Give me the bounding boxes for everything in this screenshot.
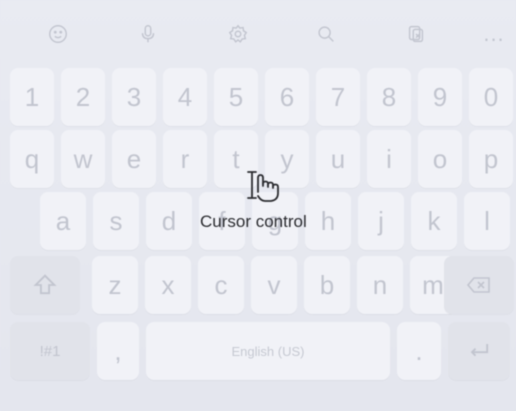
key-7[interactable]: 7 [316, 68, 360, 126]
settings-icon[interactable] [218, 14, 258, 54]
key-q[interactable]: q [10, 130, 54, 188]
key-k[interactable]: k [411, 192, 457, 250]
key-3[interactable]: 3 [112, 68, 156, 126]
key-2[interactable]: 2 [61, 68, 105, 126]
key-e[interactable]: e [112, 130, 156, 188]
cursor-hand-icon [247, 171, 279, 202]
enter-key[interactable] [448, 322, 510, 380]
key-5[interactable]: 5 [214, 68, 258, 126]
key-v[interactable]: v [251, 256, 297, 314]
key-6[interactable]: 6 [265, 68, 309, 126]
shift-icon [33, 274, 57, 295]
clipboard-icon[interactable] [396, 14, 436, 54]
key-j[interactable]: j [358, 192, 404, 250]
shift-key[interactable] [10, 256, 80, 314]
key-p[interactable]: p [469, 130, 513, 188]
space-key-label: English (US) [231, 343, 305, 359]
key-n[interactable]: n [357, 256, 403, 314]
key-w[interactable]: w [61, 130, 105, 188]
keyboard-toolbar: ... [0, 8, 516, 58]
comma-key[interactable]: , [97, 322, 139, 380]
keyboard: ... 1 2 3 4 5 6 7 8 9 0 q w e r t y u i … [0, 0, 516, 411]
key-1[interactable]: 1 [10, 68, 54, 126]
enter-icon [470, 344, 489, 357]
search-icon[interactable] [306, 14, 346, 54]
key-o[interactable]: o [418, 130, 462, 188]
space-key[interactable]: English (US) [146, 322, 390, 380]
key-0[interactable]: 0 [469, 68, 513, 126]
backspace-icon [466, 277, 490, 293]
cursor-control-overlay: Cursor control [200, 168, 350, 248]
emoji-icon[interactable] [38, 14, 78, 54]
key-b[interactable]: b [304, 256, 350, 314]
key-4[interactable]: 4 [163, 68, 207, 126]
key-z[interactable]: z [92, 256, 138, 314]
cursor-control-tooltip: Cursor control [200, 212, 307, 231]
key-d[interactable]: d [146, 192, 192, 250]
symbols-key[interactable]: !#1 [10, 322, 90, 380]
microphone-icon[interactable] [128, 14, 168, 54]
period-key[interactable]: . [397, 322, 441, 380]
key-9[interactable]: 9 [418, 68, 462, 126]
key-s[interactable]: s [93, 192, 139, 250]
key-8[interactable]: 8 [367, 68, 411, 126]
key-x[interactable]: x [145, 256, 191, 314]
key-a[interactable]: a [40, 192, 86, 250]
backspace-key[interactable] [444, 256, 514, 314]
key-c[interactable]: c [198, 256, 244, 314]
key-i[interactable]: i [367, 130, 411, 188]
key-l[interactable]: l [464, 192, 510, 250]
more-icon[interactable]: ... [474, 14, 514, 54]
